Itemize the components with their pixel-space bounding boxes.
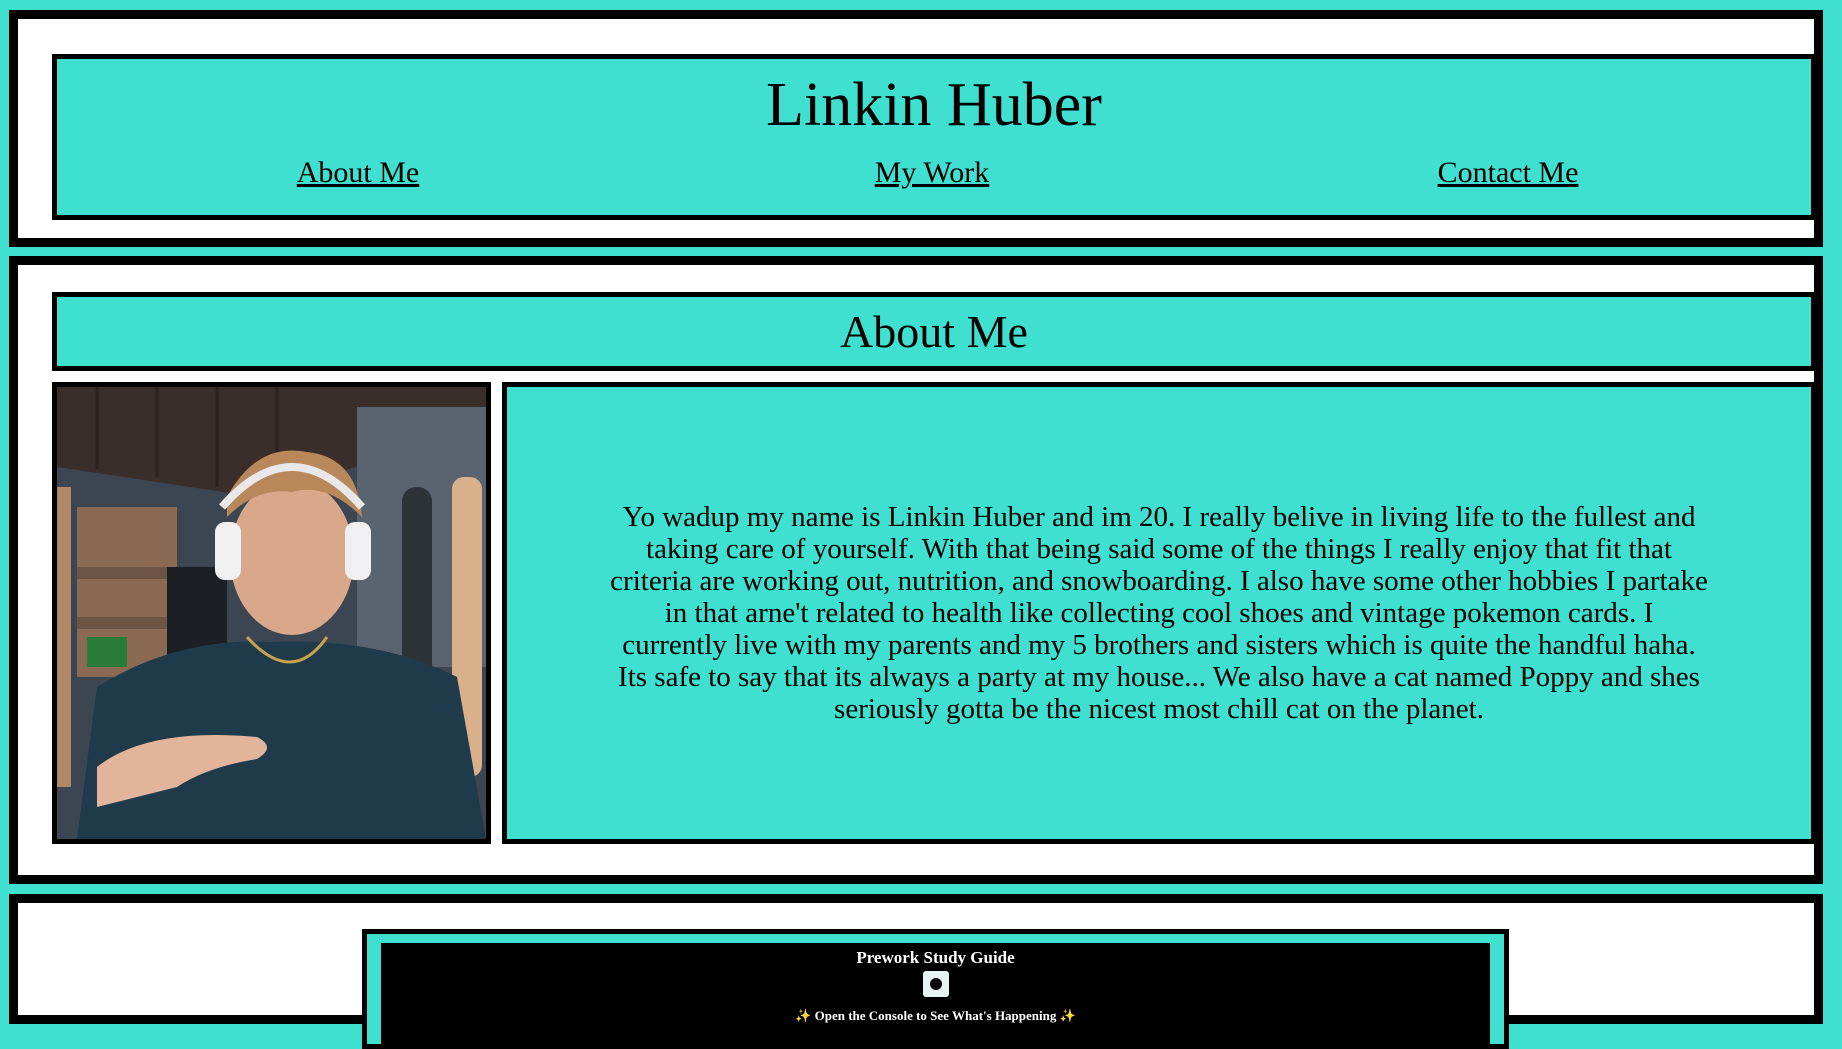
project-card-preview: Prework Study Guide ✨ Open the Console t… xyxy=(381,943,1490,1044)
project-card-title: Prework Study Guide xyxy=(856,948,1015,967)
site-title: Linkin Huber xyxy=(766,71,1102,139)
nav-link-my-work[interactable]: My Work xyxy=(875,155,990,191)
profile-photo-illustration xyxy=(57,387,486,839)
about-heading: About Me xyxy=(840,306,1028,357)
nav-link-contact-me[interactable]: Contact Me xyxy=(1438,155,1579,191)
about-section: About Me Yo wadup my name is Linkin Hube… xyxy=(9,256,1823,884)
bio-text: Yo wadup my name is Linkin Huber and im … xyxy=(610,501,1708,725)
header-section: Linkin Huber About Me My Work Contact Me xyxy=(9,10,1823,247)
project-card-subtitle: ✨ Open the Console to See What's Happeni… xyxy=(795,1008,1076,1023)
project-card[interactable]: Prework Study Guide ✨ Open the Console t… xyxy=(362,929,1509,1049)
work-section: Prework Study Guide ✨ Open the Console t… xyxy=(9,894,1823,1049)
about-heading-box: About Me xyxy=(52,292,1816,371)
nav-link-about-me[interactable]: About Me xyxy=(297,155,420,191)
owl-logo-icon xyxy=(922,971,949,997)
bio-box: Yo wadup my name is Linkin Huber and im … xyxy=(502,382,1816,844)
header-banner: Linkin Huber About Me My Work Contact Me xyxy=(52,54,1816,220)
profile-photo xyxy=(52,382,491,844)
